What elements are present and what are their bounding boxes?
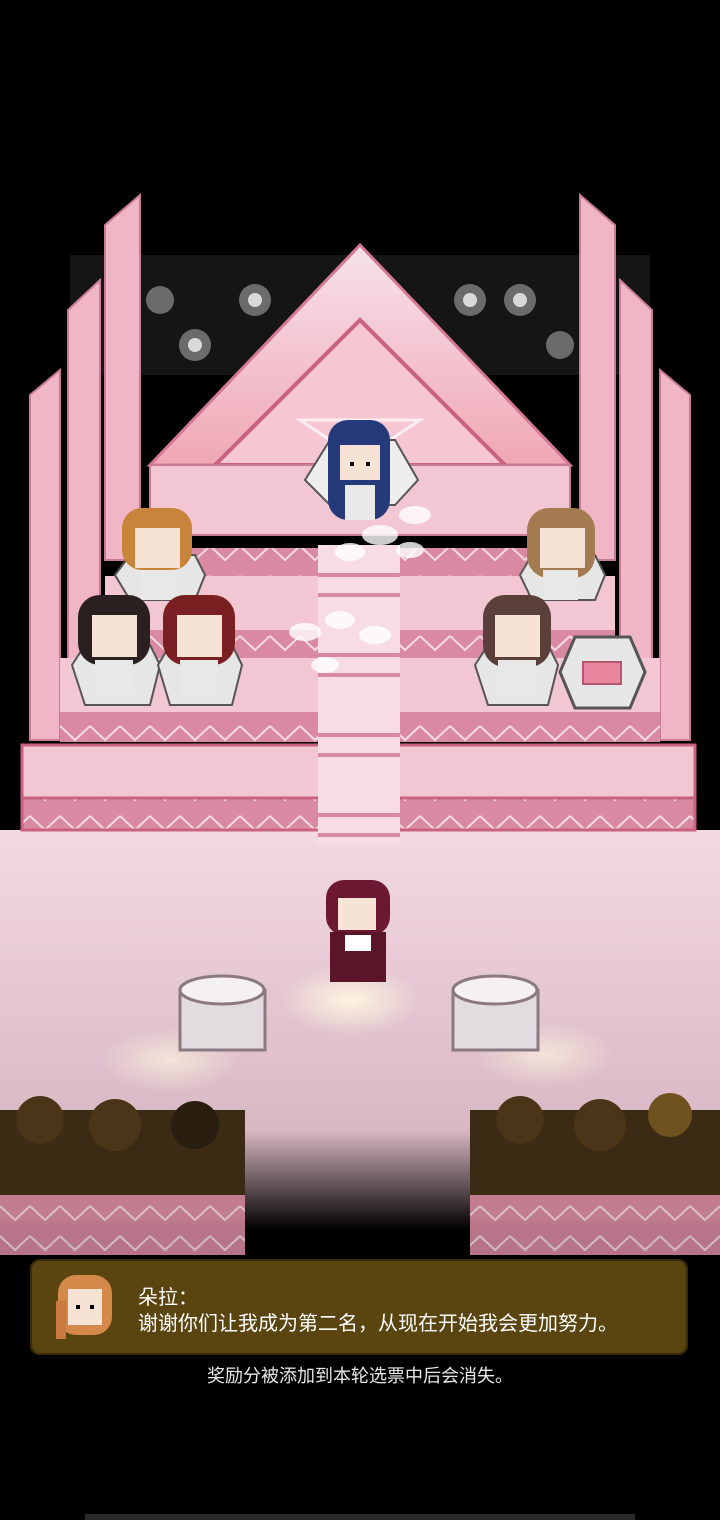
idol-seat-right-bottom (473, 595, 560, 706)
idol-seat-right-top (518, 508, 607, 601)
bottom-edge (85, 1514, 635, 1520)
dialog-message: 谢谢你们让我成为第二名，从现在开始我会更加努力。 (138, 1311, 618, 1335)
bonus-hint-text: 奖励分被添加到本轮选票中后会消失。 (207, 1366, 513, 1387)
pedestal-left (178, 974, 267, 1052)
dialog-box[interactable]: 朵拉： 谢谢你们让我成为第二名，从现在开始我会更加努力。 (30, 1259, 688, 1355)
pedestal-right (451, 974, 540, 1052)
empty-seat (558, 635, 647, 710)
host-character (326, 880, 390, 982)
dora-portrait-icon (56, 1275, 112, 1339)
idol-seat-left-bottom-1 (70, 595, 162, 706)
speaker-name: 朵拉： (138, 1285, 198, 1309)
idol-seat-left-bottom-2 (156, 595, 244, 706)
